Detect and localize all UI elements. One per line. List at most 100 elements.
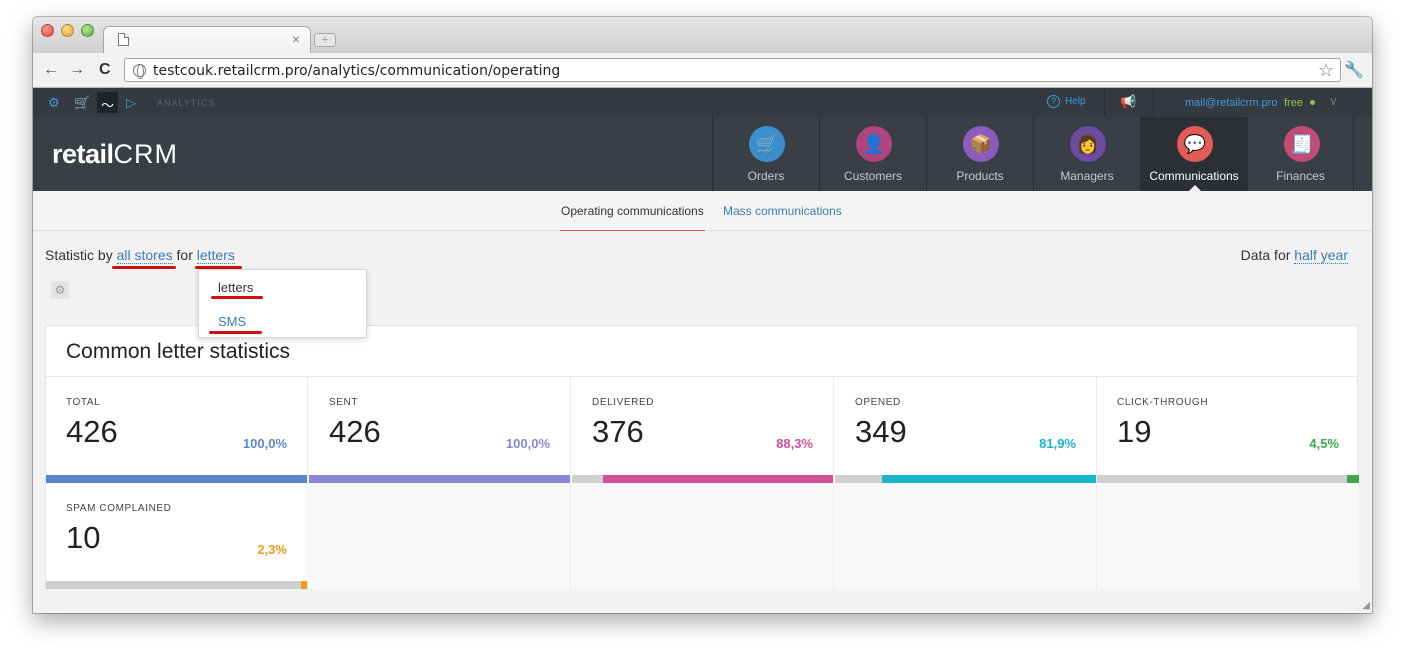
stat-value: 376 bbox=[592, 414, 644, 449]
stat-value: 19 bbox=[1117, 414, 1152, 449]
stat-bar bbox=[1097, 475, 1359, 483]
plan-badge: free bbox=[1284, 97, 1303, 109]
period-filter-link[interactable]: half year bbox=[1294, 247, 1348, 264]
stat-cell-total: TOTAL 426 100,0% bbox=[46, 377, 308, 483]
main-nav: 🛒 Orders 👤 Customers 📦 Products 👩 Manage… bbox=[712, 117, 1354, 191]
settings-gear-icon[interactable]: ⚙ bbox=[48, 95, 60, 111]
cart-icon[interactable]: 🛒 bbox=[74, 95, 90, 111]
finances-icon: 🧾 bbox=[1284, 126, 1320, 162]
stores-filter-link[interactable]: all stores bbox=[116, 247, 173, 264]
dropdown-option-sms[interactable]: SMS bbox=[218, 314, 246, 329]
stat-bar-fill bbox=[46, 475, 307, 483]
stat-value: 10 bbox=[66, 520, 101, 555]
stat-bar bbox=[572, 475, 833, 483]
stat-bar bbox=[309, 475, 570, 483]
stat-percent: 81,9% bbox=[1039, 436, 1076, 451]
nav-label: Orders bbox=[747, 169, 785, 183]
minimize-window-button[interactable] bbox=[61, 24, 74, 37]
stat-percent: 88,3% bbox=[776, 436, 813, 451]
stat-bar-fill bbox=[301, 581, 307, 589]
empty-cell bbox=[835, 483, 1097, 589]
stat-label: CLICK-THROUGH bbox=[1117, 397, 1209, 408]
stat-bar-fill bbox=[1347, 475, 1359, 483]
nav-managers[interactable]: 👩 Managers bbox=[1033, 117, 1140, 191]
managers-icon: 👩 bbox=[1070, 126, 1106, 162]
help-link[interactable]: ? Help bbox=[1047, 95, 1086, 108]
widget-settings-gear-icon[interactable]: ⚙ bbox=[51, 281, 69, 299]
nav-products[interactable]: 📦 Products bbox=[926, 117, 1033, 191]
period-filter-line: Data for half year bbox=[1240, 247, 1348, 264]
content-area: Statistic by all stores for letters Data… bbox=[33, 231, 1372, 613]
stat-bar-fill bbox=[309, 475, 570, 483]
analytics-label: ANALYTICS bbox=[157, 98, 216, 108]
stat-percent: 100,0% bbox=[242, 436, 287, 451]
stat-label: DELIVERED bbox=[592, 397, 655, 408]
nav-label: Communications bbox=[1149, 169, 1239, 183]
nav-communications[interactable]: 💬 Communications bbox=[1140, 117, 1247, 191]
tab-close-icon[interactable]: × bbox=[292, 31, 300, 47]
stat-percent: 100,0% bbox=[505, 436, 550, 451]
forward-arrow-icon[interactable]: → bbox=[69, 61, 85, 79]
orders-icon: 🛒 bbox=[749, 126, 785, 162]
stat-bar bbox=[46, 581, 307, 589]
browser-tab[interactable]: × bbox=[103, 26, 311, 53]
help-icon: ? bbox=[1047, 95, 1060, 108]
url-text[interactable]: testcouk.retailcrm.pro/analytics/communi… bbox=[153, 63, 560, 79]
analytics-chart-icon: 〜 bbox=[101, 98, 115, 113]
stats-grid: TOTAL 426 100,0% SENT 426 100,0% DELIVER… bbox=[46, 377, 1359, 590]
stat-label: SENT bbox=[329, 397, 359, 408]
stat-label: SPAM COMPLAINED bbox=[66, 503, 172, 514]
empty-cell bbox=[1097, 483, 1359, 589]
annotation-underline bbox=[112, 266, 176, 269]
tab-operating-communications[interactable]: Operating communications bbox=[560, 204, 705, 231]
play-icon[interactable]: ▷ bbox=[126, 95, 136, 111]
retailcrm-logo[interactable]: retailCRM bbox=[52, 139, 178, 170]
analytics-button[interactable]: 〜 bbox=[97, 92, 118, 113]
type-filter-link[interactable]: letters bbox=[196, 247, 235, 264]
stat-percent: 4,5% bbox=[1309, 436, 1339, 451]
tab-mass-communications[interactable]: Mass communications bbox=[723, 204, 842, 218]
stat-cell-opened: OPENED 349 81,9% bbox=[835, 377, 1097, 483]
stat-cell-click-through: CLICK-THROUGH 19 4,5% bbox=[1097, 377, 1359, 483]
nav-customers[interactable]: 👤 Customers bbox=[819, 117, 926, 191]
nav-label: Managers bbox=[1060, 169, 1114, 183]
stat-value: 426 bbox=[66, 414, 118, 449]
stat-cell-spam-complained: SPAM COMPLAINED 10 2,3% bbox=[46, 483, 308, 589]
stat-percent: 2,3% bbox=[257, 542, 287, 557]
close-window-button[interactable] bbox=[41, 24, 54, 37]
user-email[interactable]: mail@retailcrm.pro bbox=[1185, 97, 1277, 109]
bookmark-star-icon[interactable]: ☆ bbox=[1318, 60, 1334, 81]
globe-icon bbox=[133, 64, 146, 79]
annotation-underline bbox=[211, 296, 263, 299]
statistic-filter-line: Statistic by all stores for letters bbox=[45, 247, 235, 264]
online-status-dot bbox=[1310, 100, 1315, 105]
dropdown-option-letters[interactable]: letters bbox=[218, 280, 253, 295]
communications-icon: 💬 bbox=[1177, 126, 1213, 162]
divider bbox=[1153, 88, 1154, 117]
stat-label: OPENED bbox=[855, 397, 901, 408]
nav-label: Finances bbox=[1276, 169, 1325, 183]
browser-toolbar: ← → C testcouk.retailcrm.pro/analytics/c… bbox=[33, 53, 1372, 88]
wrench-icon[interactable]: 🔧 bbox=[1344, 60, 1364, 80]
stat-bar bbox=[46, 475, 307, 483]
resize-grip-icon[interactable]: ◢ bbox=[1362, 600, 1370, 611]
megaphone-icon[interactable]: 📢 bbox=[1120, 94, 1136, 110]
stat-cell-sent: SENT 426 100,0% bbox=[309, 377, 571, 483]
stat-bar-fill bbox=[602, 475, 833, 483]
chevron-down-icon[interactable]: ∨ bbox=[1329, 94, 1338, 108]
customers-icon: 👤 bbox=[856, 126, 892, 162]
browser-titlebar: × + bbox=[33, 17, 1372, 53]
address-bar[interactable]: testcouk.retailcrm.pro/analytics/communi… bbox=[124, 58, 1341, 82]
products-icon: 📦 bbox=[963, 126, 999, 162]
stat-label: TOTAL bbox=[66, 397, 101, 408]
reload-icon[interactable]: C bbox=[99, 61, 111, 79]
nav-finances[interactable]: 🧾 Finances bbox=[1247, 117, 1354, 191]
back-arrow-icon[interactable]: ← bbox=[43, 61, 59, 79]
zoom-window-button[interactable] bbox=[81, 24, 94, 37]
nav-label: Customers bbox=[843, 169, 902, 183]
empty-cell bbox=[572, 483, 834, 589]
annotation-underline bbox=[209, 331, 262, 334]
nav-orders[interactable]: 🛒 Orders bbox=[712, 117, 819, 191]
new-tab-button[interactable]: + bbox=[314, 33, 336, 47]
stat-bar bbox=[835, 475, 1096, 483]
